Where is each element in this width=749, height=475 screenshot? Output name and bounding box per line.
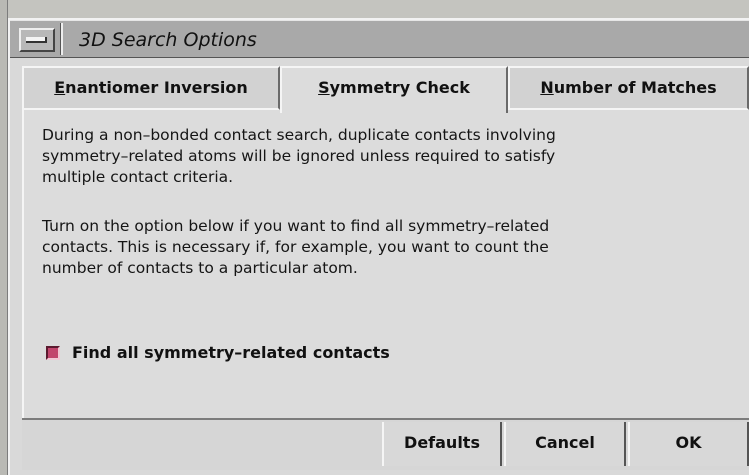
instruction-paragraph: Turn on the option below if you want to … bbox=[42, 217, 550, 277]
title-bar[interactable]: 3D Search Options bbox=[10, 20, 749, 58]
window-frame-left bbox=[0, 0, 8, 475]
window-title: 3D Search Options bbox=[79, 29, 257, 51]
tab-label: nantiomer Inversion bbox=[65, 78, 248, 97]
cancel-button[interactable]: Cancel bbox=[504, 422, 626, 466]
dialog-button-bar: Defaults Cancel OK bbox=[22, 418, 749, 470]
title-separator bbox=[60, 23, 63, 55]
tab-number-of-matches[interactable]: Number of Matches bbox=[508, 66, 749, 110]
tab-bar: Enantiomer Inversion Symmetry Check Numb… bbox=[22, 66, 749, 113]
tab-label: ymmetry Check bbox=[329, 78, 470, 97]
tab-mnemonic: S bbox=[318, 78, 330, 97]
tab-enantiomer-inversion[interactable]: Enantiomer Inversion bbox=[22, 66, 280, 110]
find-all-symmetry-checkbox[interactable] bbox=[46, 346, 60, 360]
window-menu-icon bbox=[26, 37, 47, 43]
window-menu-button[interactable] bbox=[19, 28, 55, 52]
find-all-symmetry-label[interactable]: Find all symmetry–related contacts bbox=[72, 342, 390, 364]
description-paragraph: During a non–bonded contact search, dupl… bbox=[42, 126, 556, 186]
tab-mnemonic: N bbox=[540, 78, 554, 97]
window-frame-top bbox=[0, 0, 749, 18]
tab-label: umber of Matches bbox=[553, 78, 717, 97]
ok-button[interactable]: OK bbox=[628, 422, 749, 466]
defaults-button[interactable]: Defaults bbox=[382, 422, 502, 466]
tab-mnemonic: E bbox=[54, 78, 66, 97]
symmetry-check-panel: During a non–bonded contact search, dupl… bbox=[22, 110, 749, 418]
tab-symmetry-check[interactable]: Symmetry Check bbox=[280, 66, 508, 113]
